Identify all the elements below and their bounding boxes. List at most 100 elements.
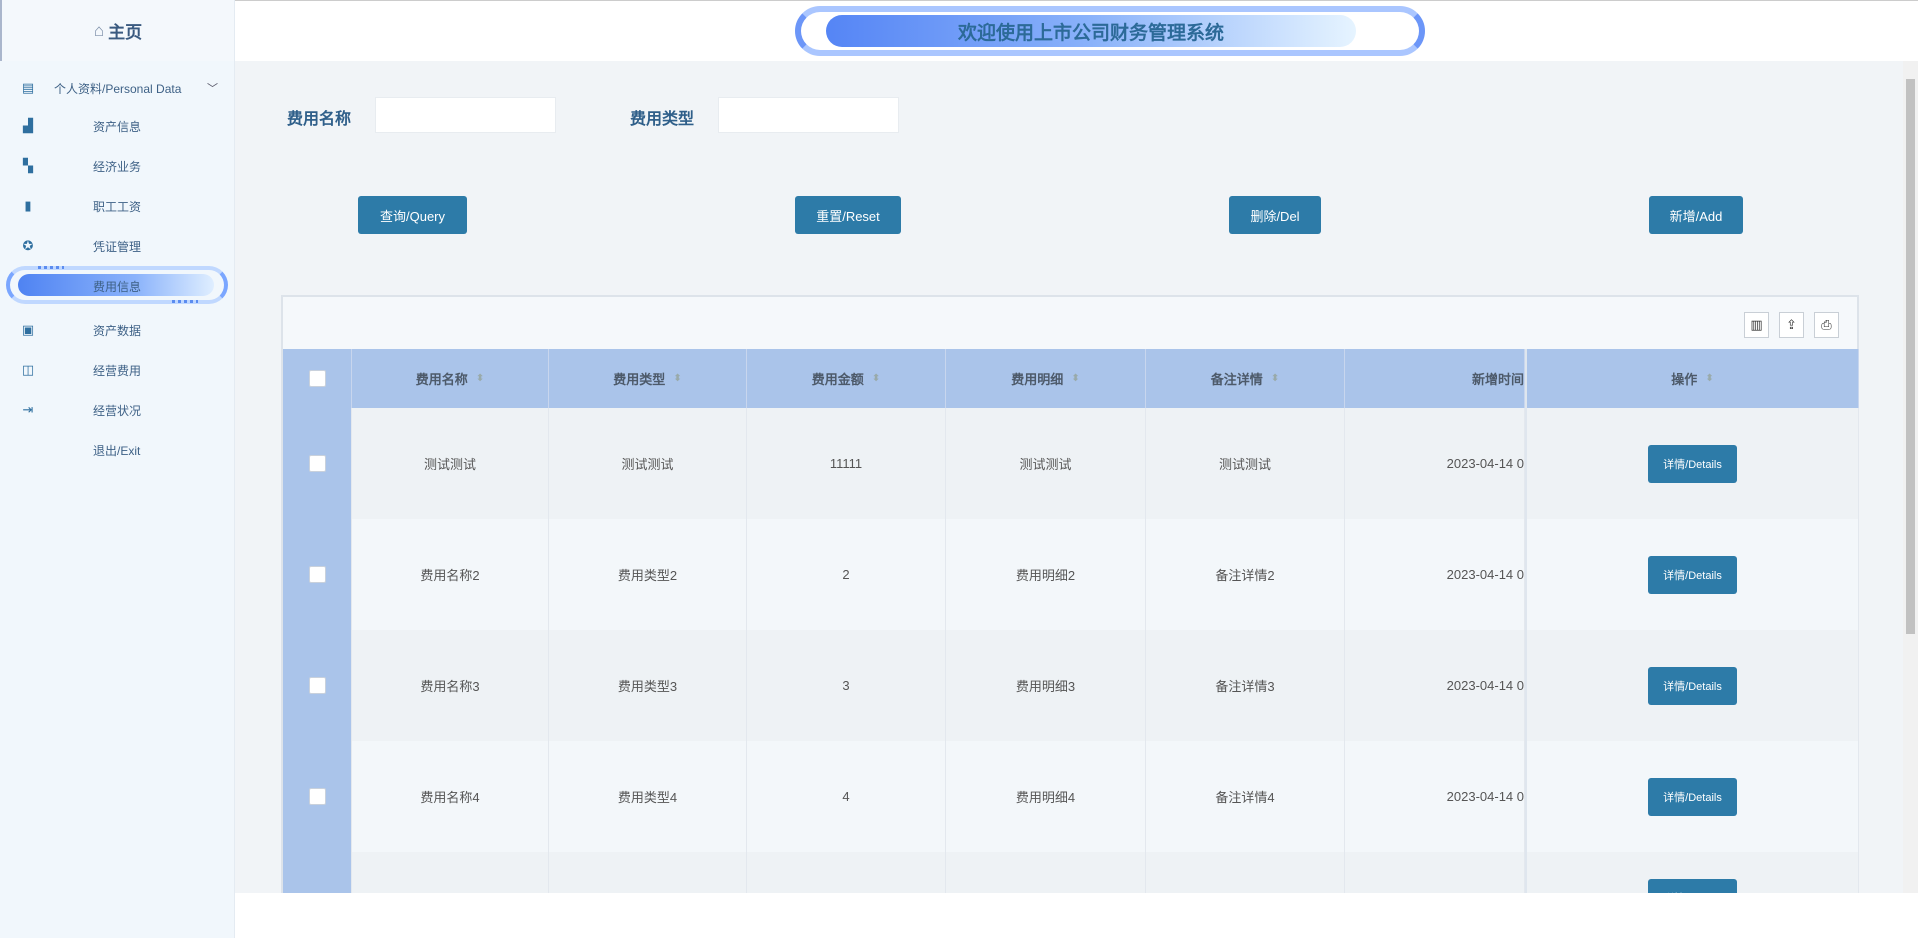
table-cell: [549, 852, 747, 893]
scrollbar[interactable]: [1903, 61, 1918, 893]
sort-icon[interactable]: ⬍: [872, 373, 880, 384]
column-header[interactable]: 备注详情 ⬍: [1146, 349, 1345, 408]
table-cell: 费用类型2: [549, 519, 747, 630]
row-checkbox[interactable]: [308, 677, 326, 694]
row-checkbox[interactable]: [308, 788, 326, 805]
row-checkbox[interactable]: [308, 566, 326, 583]
table-cell: [747, 852, 946, 893]
sidebar-item[interactable]: ▤ 个人资料/Personal Data ﹀: [0, 70, 235, 106]
actions-cell: 详情/Details: [1525, 630, 1859, 741]
table-row: 测试测试 测试测试 11111 测试测试 测试测试 2023-04-14 0 详情/Deta…: [283, 408, 1859, 519]
details-button[interactable]: 详情/Details: [1648, 444, 1737, 483]
cell-text: 11111: [829, 456, 863, 471]
sidebar-item[interactable]: ◫ 经营费用: [0, 352, 235, 388]
table-row: 详情/Details: [283, 852, 1859, 893]
table-cell: 测试测试: [946, 408, 1146, 519]
actions-cell: 详情/Details: [1525, 852, 1859, 893]
cell-text: 费用类型2: [617, 568, 678, 583]
table-cell: 费用名称2: [352, 519, 549, 630]
actions-cell: 详情/Details: [1525, 519, 1859, 630]
sidebar-item[interactable]: ⇥ 经营状况: [0, 392, 235, 428]
row-select-cell: [283, 519, 352, 630]
column-header-label: 备注详情: [1210, 372, 1263, 387]
details-button[interactable]: 详情/Details: [1648, 879, 1737, 893]
table-cell: 2023-04-14 0: [1345, 741, 1525, 852]
table-cell: 测试测试: [549, 408, 747, 519]
table-cell: 费用明细4: [946, 741, 1146, 852]
sidebar: ⌂ 主页 ▤ 个人资料/Personal Data ﹀ ▟ 资产信息 ▚ 经济业务 ▮ 职工工资 ✪…: [0, 0, 235, 938]
actions-cell: 详情/Details: [1525, 408, 1859, 519]
sidebar-item[interactable]: ▣ 资产数据: [0, 312, 235, 348]
sort-icon[interactable]: ⬍: [1271, 373, 1279, 384]
table-cell: 费用明细3: [946, 630, 1146, 741]
details-button[interactable]: 详情/Details: [1648, 555, 1737, 594]
document-icon: ▤: [21, 80, 35, 95]
sort-icon[interactable]: ⬍: [673, 373, 681, 384]
cell-text: 测试测试: [1019, 457, 1072, 472]
table-cell: 测试测试: [1146, 408, 1345, 519]
cell-text: 2023-04-14 0: [1446, 567, 1524, 582]
home-icon: ⌂: [93, 20, 105, 40]
sidebar-item-label: 经营状况: [93, 403, 142, 418]
sidebar-item[interactable]: 退出/Exit: [0, 432, 235, 468]
sidebar-item-label: 经营费用: [93, 363, 142, 378]
reset-button[interactable]: 重置/Reset: [795, 196, 901, 234]
export-icon[interactable]: ⇪: [1779, 312, 1804, 338]
sidebar-item[interactable]: ▮ 职工工资: [0, 188, 235, 224]
select-all-checkbox[interactable]: [308, 370, 326, 387]
sidebar-item[interactable]: ▟ 资产信息: [0, 108, 235, 144]
column-header[interactable]: 费用名称 ⬍: [352, 349, 549, 408]
column-header[interactable]: 费用金额 ⬍: [747, 349, 946, 408]
row-checkbox[interactable]: [308, 455, 326, 472]
query-button[interactable]: 查询/Query: [358, 196, 467, 234]
add-button[interactable]: 新增/Add: [1649, 196, 1743, 234]
table-cell: [1345, 852, 1525, 893]
column-header[interactable]: 费用类型 ⬍: [549, 349, 747, 408]
table-cell: [352, 852, 549, 893]
home-label: 主页: [108, 23, 143, 42]
scrollbar-thumb[interactable]: [1906, 79, 1915, 634]
type-input[interactable]: [718, 97, 899, 133]
print-icon[interactable]: ⎙: [1814, 312, 1839, 338]
table-cell: 测试测试: [352, 408, 549, 519]
sidebar-item[interactable]: ▚ 经济业务: [0, 148, 235, 184]
details-button[interactable]: 详情/Details: [1648, 666, 1737, 705]
table-row: 费用名称3 费用类型3 3 费用明细3 备注详情3 2023-04-14 0 详情/Deta…: [283, 630, 1859, 741]
column-header[interactable]: 新增时间: [1345, 349, 1525, 408]
cell-text: 测试测试: [423, 457, 476, 472]
table-cell: [946, 852, 1146, 893]
logout-icon: ⇥: [22, 402, 34, 417]
data-table: ▥ ⇪ ⎙ 费用名称 ⬍ 费用类型 ⬍ 费用金额 ⬍ 费用明细 ⬍ 备注详情 ⬍ 新增时间 操作 ⬍ 测试…: [281, 295, 1859, 893]
sidebar-item[interactable]: ✪ 凭证管理: [0, 228, 235, 264]
column-header[interactable]: 费用明细 ⬍: [946, 349, 1146, 408]
sort-icon[interactable]: ⬍: [1705, 373, 1713, 384]
calendar-check-icon: ▣: [21, 322, 35, 337]
book-icon: ◫: [21, 362, 35, 377]
sidebar-item-active[interactable]: 费用信息: [0, 268, 235, 304]
column-header-label: 费用类型: [613, 372, 666, 387]
column-header-actions[interactable]: 操作 ⬍: [1525, 349, 1859, 408]
table-cell: 备注详情3: [1146, 630, 1345, 741]
table-cell: [1146, 852, 1345, 893]
sidebar-item-label: 职工工资: [93, 199, 142, 214]
delete-button[interactable]: 删除/Del: [1229, 196, 1321, 234]
row-select-cell: [283, 852, 352, 893]
sort-icon[interactable]: ⬍: [476, 373, 484, 384]
chevron-down-icon: ﹀: [207, 83, 218, 95]
cell-text: 4: [842, 789, 850, 804]
columns-icon[interactable]: ▥: [1744, 312, 1769, 338]
name-input[interactable]: [375, 97, 556, 133]
cell-text: 费用明细2: [1015, 568, 1076, 583]
page-title: 欢迎使用上市公司财务管理系统: [957, 22, 1224, 44]
table-cell: 4: [747, 741, 946, 852]
home-link[interactable]: ⌂ 主页: [0, 0, 234, 61]
title-banner-inner: 欢迎使用上市公司财务管理系统: [826, 15, 1356, 47]
badge-icon: ✪: [22, 238, 34, 253]
cell-text: 2023-04-14 0: [1446, 789, 1524, 804]
sort-icon[interactable]: ⬍: [1071, 373, 1079, 384]
details-button[interactable]: 详情/Details: [1648, 777, 1737, 816]
cell-text: 费用明细3: [1015, 679, 1076, 694]
cell-text: 费用名称4: [420, 790, 480, 805]
actions-cell: 详情/Details: [1525, 741, 1859, 852]
cell-text: 2023-04-14 0: [1446, 456, 1524, 471]
